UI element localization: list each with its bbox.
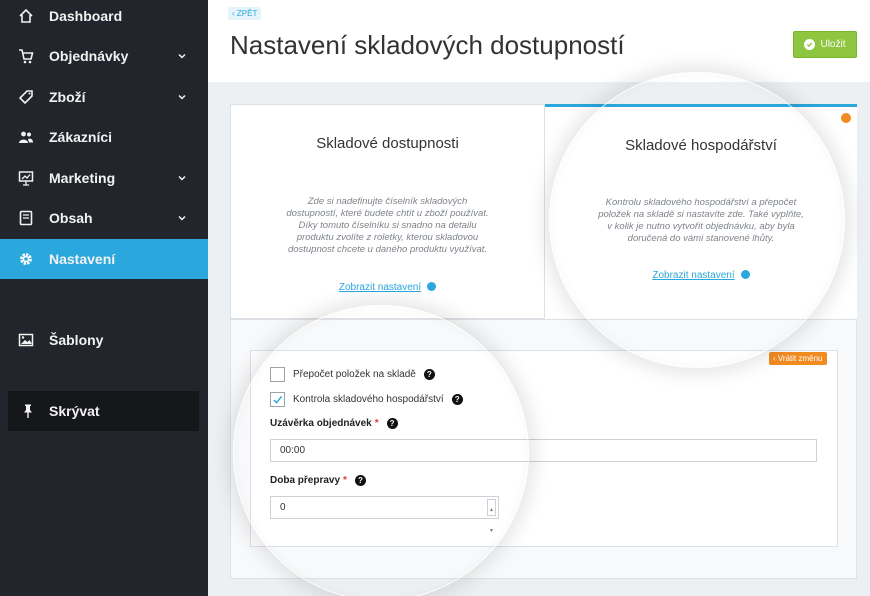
sidebar-item-label: Marketing	[49, 170, 116, 186]
sidebar-item-nastaveni[interactable]: Nastavení	[0, 239, 208, 279]
sidebar-item-zbozi[interactable]: Zboží	[0, 77, 208, 117]
checkbox-row-kontrola: Kontrola skladového hospodářství ?	[270, 391, 463, 407]
status-dot-icon	[841, 113, 851, 123]
sidebar-item-label: Obsah	[49, 210, 93, 226]
field-label-text: Uzávěrka objednávek	[270, 418, 372, 429]
checkbox-prepocet[interactable]	[270, 366, 285, 382]
presentation-icon	[18, 171, 34, 186]
doba-prepravy-stepper[interactable]: 0 ▲ ▼	[270, 496, 499, 534]
tab-description: Kontrolu skladového hospodářství a přepo…	[598, 197, 804, 244]
link-label: Zobrazit nastavení	[338, 282, 422, 293]
tab-skladove-dostupnosti[interactable]: Skladové dostupnosti Zde si nadefinujte …	[230, 104, 545, 319]
check-icon	[273, 395, 283, 404]
sidebar-item-sablony[interactable]: Šablony	[0, 320, 208, 360]
help-icon[interactable]: ?	[423, 368, 435, 380]
checkbox-row-prepocet: Přepočet položek na skladě ?	[270, 366, 435, 382]
book-icon	[19, 210, 33, 226]
tab-skladove-hospodarstvi[interactable]: Skladové hospodářství Kontrolu skladovéh…	[545, 104, 857, 319]
content-area: Skladové dostupnosti Zde si nadefinujte …	[208, 82, 870, 596]
users-icon	[19, 131, 33, 143]
check-circle-icon	[804, 39, 816, 50]
field-label-uzaverka: Uzávěrka objednávek * ?	[270, 418, 398, 429]
image-icon	[18, 333, 34, 347]
dot-icon	[740, 269, 750, 279]
field-label-text: Doba přepravy	[270, 475, 341, 486]
home-icon	[19, 8, 33, 23]
sidebar: Dashboard Objednávky Zboží Zákazníci Mar…	[0, 0, 208, 596]
arrow-down-icon: ▼	[489, 528, 494, 534]
dot-icon	[427, 281, 437, 291]
help-icon[interactable]: ?	[386, 418, 398, 429]
link-label: Zobrazit nastavení	[652, 270, 735, 281]
cart-icon	[19, 49, 34, 64]
tab-description: Zde si nadefinujte číselník skladových d…	[286, 196, 489, 255]
sidebar-item-label: Objednávky	[49, 48, 129, 64]
sidebar-item-dashboard[interactable]: Dashboard	[0, 0, 208, 36]
tab-title: Skladové dostupnosti	[316, 135, 459, 152]
sidebar-item-label: Dashboard	[49, 8, 123, 24]
field-label-doba: Doba přepravy * ?	[270, 475, 366, 486]
sidebar-item-skryvat[interactable]: Skrývat	[8, 391, 199, 431]
back-button[interactable]: ‹ ZPĚT	[228, 7, 262, 20]
sidebar-item-label: Nastavení	[49, 251, 116, 267]
revert-button[interactable]: ‹ Vrátit změnu	[769, 352, 827, 365]
chevron-down-icon	[178, 53, 186, 59]
chevron-down-icon	[178, 215, 186, 221]
back-label: ZPĚT	[236, 9, 258, 18]
show-settings-link[interactable]: Zobrazit nastavení	[231, 281, 544, 293]
sidebar-item-zakaznici[interactable]: Zákazníci	[0, 117, 208, 157]
required-mark: *	[374, 418, 379, 429]
arrow-up-icon: ▲	[489, 507, 494, 513]
uzaverka-input[interactable]: 00:00	[270, 439, 817, 462]
sidebar-item-marketing[interactable]: Marketing	[0, 158, 208, 198]
required-mark: *	[343, 475, 347, 486]
stepper-value: 0	[280, 502, 286, 513]
show-settings-link[interactable]: Zobrazit nastavení	[545, 269, 857, 281]
sidebar-item-obsah[interactable]: Obsah	[0, 198, 208, 238]
sidebar-item-label: Zboží	[49, 89, 86, 105]
help-icon[interactable]: ?	[451, 393, 463, 405]
chevron-down-icon	[178, 94, 186, 100]
checkbox-label: Přepočet položek na skladě	[293, 368, 416, 380]
checkbox-kontrola[interactable]	[270, 391, 285, 407]
sidebar-item-objednavky[interactable]: Objednávky	[0, 36, 208, 76]
sidebar-item-label: Zákazníci	[49, 129, 113, 145]
page-title: Nastavení skladových dostupností	[230, 30, 625, 60]
chevron-down-icon	[178, 175, 186, 181]
help-icon[interactable]: ?	[354, 475, 366, 486]
page-header: ‹ ZPĚT Nastavení skladových dostupností …	[208, 0, 870, 82]
save-button[interactable]: Uložit	[793, 31, 857, 58]
tag-icon	[18, 90, 33, 105]
sidebar-item-label: Skrývat	[49, 403, 100, 419]
gear-icon	[20, 253, 32, 265]
sidebar-item-label: Šablony	[49, 332, 104, 348]
pin-icon	[24, 404, 32, 418]
save-label: Uložit	[820, 39, 846, 50]
checkbox-label: Kontrola skladového hospodářství	[293, 393, 444, 405]
revert-label: Vrátit změnu	[777, 354, 823, 363]
stepper-arrows[interactable]: ▲ ▼	[487, 499, 496, 534]
tab-title: Skladové hospodářství	[625, 137, 777, 154]
